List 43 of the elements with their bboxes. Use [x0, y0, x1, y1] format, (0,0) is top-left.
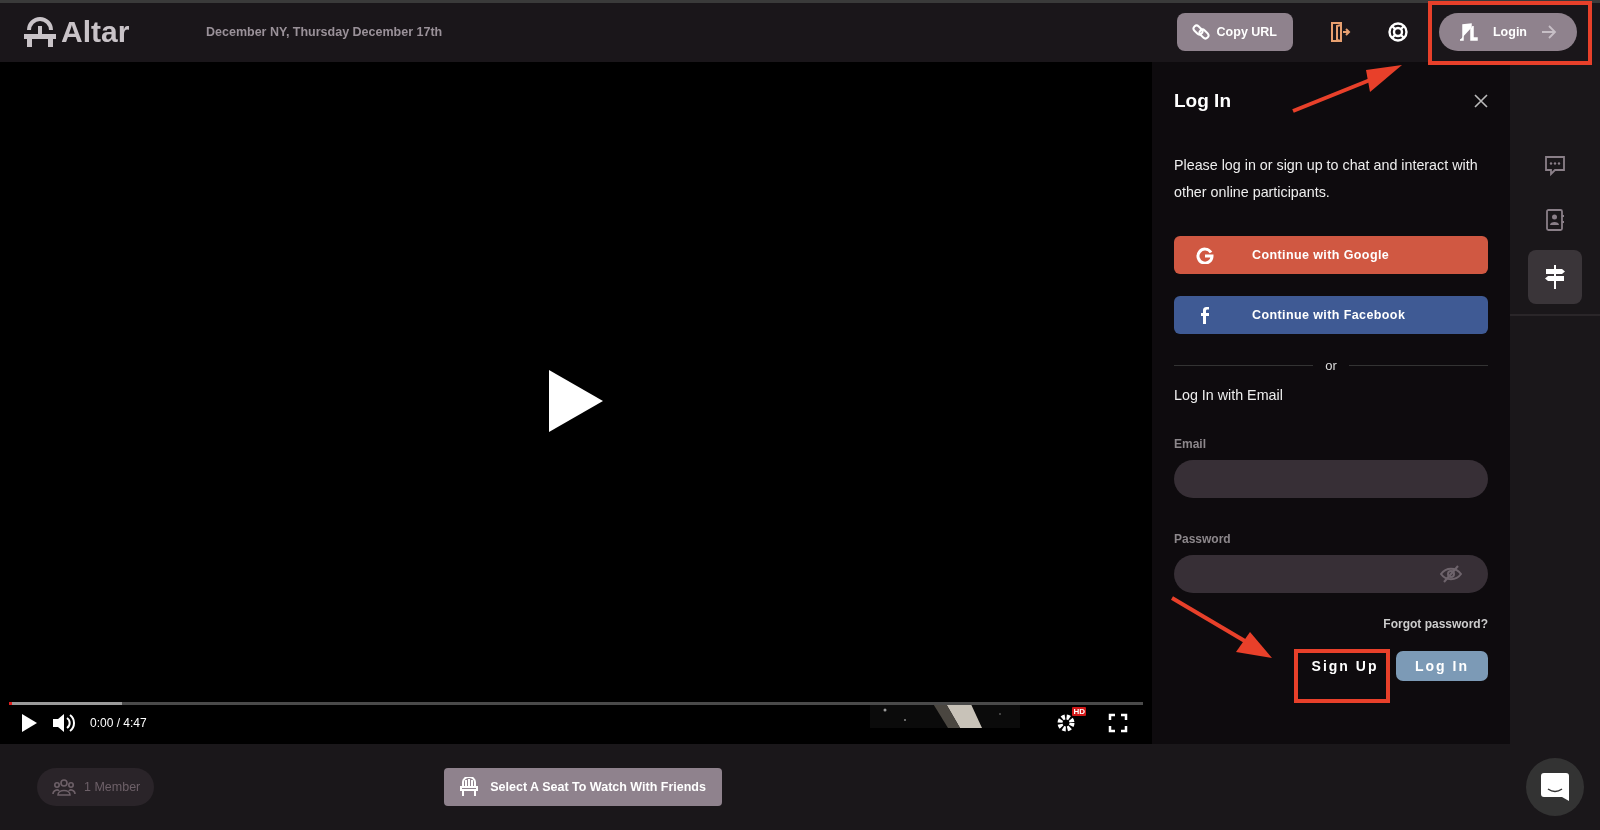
- help-lifebuoy-icon[interactable]: [1387, 21, 1409, 44]
- volume-icon[interactable]: [52, 712, 76, 735]
- copy-url-button[interactable]: Copy URL: [1176, 13, 1293, 52]
- logo-text: Altar: [61, 15, 130, 50]
- log-in-button[interactable]: Log In: [1396, 650, 1488, 681]
- fullscreen-icon[interactable]: [1108, 713, 1128, 734]
- play-icon[interactable]: [20, 713, 38, 734]
- link-icon: [1190, 22, 1211, 43]
- chat-bubble-icon: [1544, 154, 1566, 177]
- facebook-login-button[interactable]: Continue with Facebook: [1174, 295, 1488, 334]
- door-icon: [1459, 23, 1479, 42]
- google-g-icon: [1196, 245, 1214, 264]
- contact-book-icon: [1545, 208, 1565, 231]
- email-login-heading: Log In with Email: [1174, 386, 1284, 403]
- settings-icon[interactable]: [1056, 713, 1077, 734]
- password-field[interactable]: [1174, 554, 1488, 593]
- exit-door-icon[interactable]: [1329, 21, 1351, 44]
- event-title: December NY, Thursday December 17th: [206, 25, 443, 40]
- arrow-right-icon: [1541, 25, 1557, 40]
- password-label: Password: [1174, 531, 1232, 546]
- email-field[interactable]: [1174, 459, 1488, 498]
- email-label: Email: [1174, 436, 1207, 451]
- member-count: 1 Member: [84, 780, 141, 795]
- select-seat-button[interactable]: Select A Seat To Watch With Friends: [444, 768, 722, 807]
- logo-icon: [23, 16, 57, 49]
- progress-bar[interactable]: [9, 702, 1143, 706]
- chat-icon: [1540, 772, 1570, 803]
- play-icon[interactable]: [549, 370, 603, 433]
- signpost-tab[interactable]: [1528, 249, 1582, 304]
- login-button[interactable]: Login: [1439, 13, 1577, 52]
- close-icon[interactable]: [1474, 93, 1488, 108]
- people-icon: [52, 778, 76, 797]
- forgot-password-link[interactable]: Forgot password?: [1383, 616, 1488, 631]
- login-description: Please log in or sign up to chat and interact with other online participants.: [1174, 155, 1479, 202]
- chair-icon: [460, 777, 479, 798]
- hd-badge: HD: [1072, 707, 1086, 717]
- google-login-button[interactable]: Continue with Google: [1174, 235, 1488, 274]
- members-pill[interactable]: 1 Member: [37, 768, 155, 807]
- signpost-icon: [1544, 264, 1566, 289]
- panel-title: Log In: [1174, 89, 1231, 112]
- sign-up-button[interactable]: Sign Up: [1301, 650, 1389, 681]
- or-divider-text: or: [1325, 357, 1337, 373]
- time-display: 0:00 / 4:47: [90, 716, 147, 731]
